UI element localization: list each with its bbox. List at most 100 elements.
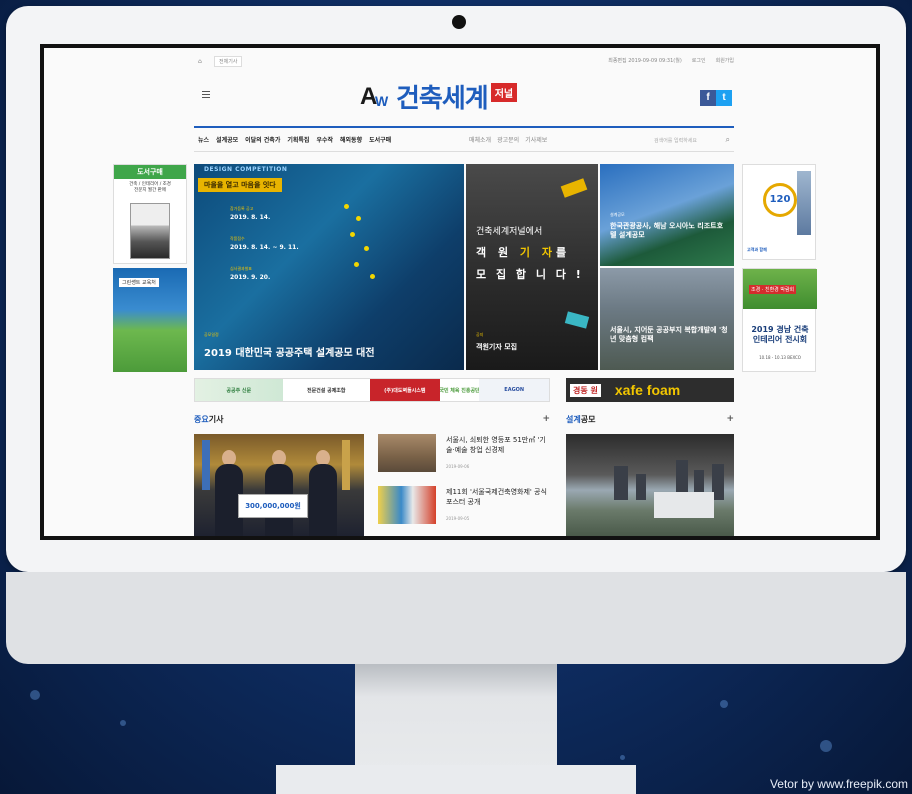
section-header-main-articles: 중요기사 +	[194, 414, 550, 424]
sponsor-banner[interactable]: (주)대도벽돌시스템	[370, 379, 440, 401]
map-marker	[370, 274, 375, 279]
building-image	[614, 466, 628, 500]
ad-left-education[interactable]: 그린쌩트 교육처	[113, 268, 187, 372]
home-icon[interactable]: ⌂	[198, 58, 202, 65]
building-image	[636, 474, 646, 500]
nav-primary: 뉴스 설계공모 이달의 건축가 기획특집 우수작 해외동향 도서구매	[198, 135, 391, 144]
sponsor-banner[interactable]: EAGON	[479, 379, 549, 401]
exhibition-banner-top: 조경 · 친환경 박람회	[743, 269, 817, 309]
hero-main-feature[interactable]: DESIGN COMPETITION 마을을 열고 마음을 잇다 참가등록 공고…	[194, 164, 464, 370]
masthead: A W 건축세계 저널 f t	[194, 76, 734, 115]
nav-item-features[interactable]: 기획특집	[287, 135, 309, 144]
webcam	[452, 15, 466, 29]
schedule-date: 2019. 8. 14.	[230, 214, 271, 221]
monitor-chin	[6, 572, 906, 664]
site-logo[interactable]: A W 건축세계 저널	[360, 78, 518, 115]
facebook-icon[interactable]: f	[700, 90, 716, 106]
website-page: ⌂ 전체기사 최종편집 2019-09-09 09:31(월) 로그인 회원가입…	[44, 48, 876, 536]
top-bar: ⌂ 전체기사 최종편집 2019-09-09 09:31(월) 로그인 회원가입	[194, 56, 734, 70]
article-date: 2019-09-05	[446, 516, 470, 521]
anniversary-number: 120	[763, 183, 797, 217]
ad-book-purchase[interactable]: 도서구매 건축 / 인테리어 / 조경 전문지 월간 판매	[113, 164, 187, 264]
xafe-foam-banner[interactable]: 경동 원 xafe foam	[566, 378, 734, 402]
article-date: 2019-09-06	[446, 464, 470, 469]
hero-right-bottom-caption: 서울시, 지어둔 공공부지 복합개발에 '청년 맞춤형 컴팩	[610, 326, 728, 344]
exhibition-title: 2019 경남 건축 인테리어 전시회	[751, 325, 809, 345]
view-all-button[interactable]: 전체기사	[214, 56, 243, 67]
nav-item-news[interactable]: 뉴스	[198, 135, 209, 144]
ad-exhibition[interactable]: 조경 · 친환경 박람회 2019 경남 건축 인테리어 전시회 10.18 -…	[742, 268, 817, 372]
more-plus-icon[interactable]: +	[542, 414, 550, 424]
list-item[interactable]: 제11회 '서울국제건축영화제' 공식 포스터 공개 2019-09-05	[378, 486, 550, 530]
search-icon[interactable]: ⌕	[726, 135, 730, 145]
mall-building-image	[654, 492, 714, 518]
ad-anniversary[interactable]: 120 고객과 함께	[742, 164, 816, 260]
hero-category: 공모일정	[204, 332, 219, 337]
schedule-stage: 작품접수	[230, 236, 245, 241]
decorative-shape	[560, 178, 588, 198]
login-link[interactable]: 로그인	[692, 57, 706, 64]
hero-title: 2019 대한민국 공공주택 설계공모 대전	[204, 348, 375, 359]
recruit-line-2: 객 원 기 자를	[476, 246, 571, 259]
hero-slogan: 마을을 열고 마음을 잇다	[198, 178, 282, 192]
decorative-shape	[564, 311, 590, 329]
design-competition-photo[interactable]	[566, 434, 734, 536]
background-dot	[720, 700, 728, 708]
xafe-brand: xafe foam	[614, 382, 681, 398]
signup-link[interactable]: 회원가입	[716, 57, 734, 64]
nav-item-tip-submit[interactable]: 기사제보	[525, 135, 547, 144]
hamburger-menu-icon[interactable]	[202, 91, 210, 98]
donation-check: 300,000,000원	[238, 494, 308, 518]
more-plus-icon[interactable]: +	[726, 414, 734, 424]
twitter-icon[interactable]: t	[716, 90, 732, 106]
hero-right-top-caption: 한국관광공사, 해남 오시아노 리조트호텔 설계공모	[610, 222, 724, 240]
background-dot	[30, 690, 40, 700]
last-edited-text: 최종편집 2019-09-09 09:31(월)	[608, 58, 682, 64]
nav-item-media-intro[interactable]: 매체소개	[469, 135, 491, 144]
credit-text: Vetor by www.freepik.com	[769, 777, 908, 791]
hero-right-top[interactable]: 설계공모 한국관광공사, 해남 오시아노 리조트호텔 설계공모	[600, 164, 734, 266]
ad-book-subtext: 건축 / 인테리어 / 조경 전문지 월간 판매	[129, 182, 171, 193]
sponsor-banner[interactable]: 전문건설 공제조합	[282, 379, 370, 401]
nav-item-design-competition[interactable]: 설계공모	[216, 135, 238, 144]
nav-item-book-purchase[interactable]: 도서구매	[369, 135, 391, 144]
ad-left-tag: 그린쌩트 교육처	[119, 278, 159, 287]
map-marker	[350, 232, 355, 237]
recruit-category: 공지	[476, 332, 484, 337]
hero-reporter-recruit[interactable]: 건축세계저널에서 객 원 기 자를 모 집 합 니 다 ! 공지 객원기자 모집	[466, 164, 598, 370]
hero-right-top-category: 설계공모	[610, 212, 625, 217]
nav-item-architect-of-month[interactable]: 이달의 건축가	[245, 135, 280, 144]
anniversary-caption: 고객과 함께	[747, 247, 767, 252]
recruit-caption: 객원기자 모집	[476, 343, 518, 351]
sponsor-banner[interactable]: 국민 체육 진흥공단	[439, 379, 480, 401]
search-input[interactable]: 검색어를 입력하세요 ⌕	[624, 133, 734, 147]
flag-image	[202, 440, 210, 490]
recruit-line-1: 건축세계저널에서	[476, 227, 543, 237]
book-cover-image	[130, 203, 170, 259]
monitor-stand-base	[276, 765, 636, 794]
background-dot	[620, 755, 625, 760]
nav-item-excellent-works[interactable]: 우수작	[316, 135, 333, 144]
main-article-photo[interactable]: 300,000,000원	[194, 434, 364, 536]
article-title: 서울시, 쇠퇴한 영등포 51만㎡ '기술·예술 창업 신경제	[446, 436, 546, 454]
recruit-line-3: 모 집 합 니 다 !	[476, 268, 584, 281]
schedule-stage: 심사결과발표	[230, 266, 253, 271]
flag-image	[342, 440, 350, 490]
map-marker	[356, 216, 361, 221]
list-item[interactable]: 서울시, 쇠퇴한 영등포 51만㎡ '기술·예술 창업 신경제 2019-09-…	[378, 434, 550, 478]
hero-right-bottom[interactable]: 서울시, 지어둔 공공부지 복합개발에 '청년 맞춤형 컴팩	[600, 268, 734, 370]
background-dot	[120, 720, 126, 726]
article-thumbnail	[378, 486, 436, 524]
schedule-date: 2019. 9. 20.	[230, 274, 271, 281]
monitor-stand	[355, 664, 557, 774]
nav-item-overseas[interactable]: 해외동향	[340, 135, 362, 144]
nav-item-ad-inquiry[interactable]: 광고문의	[497, 135, 519, 144]
nav-secondary: 매체소개 광고문의 기사제보	[469, 135, 547, 144]
search-placeholder: 검색어를 입력하세요	[654, 138, 697, 144]
person-image	[309, 464, 337, 536]
sponsor-banner[interactable]: 공공주 신문	[195, 379, 283, 401]
background-dot	[820, 740, 832, 752]
exhibition-date: 10.18 - 10.13 BEXCO	[759, 355, 801, 360]
map-marker	[354, 262, 359, 267]
section-header-design-competition: 설계공모 +	[566, 414, 734, 424]
